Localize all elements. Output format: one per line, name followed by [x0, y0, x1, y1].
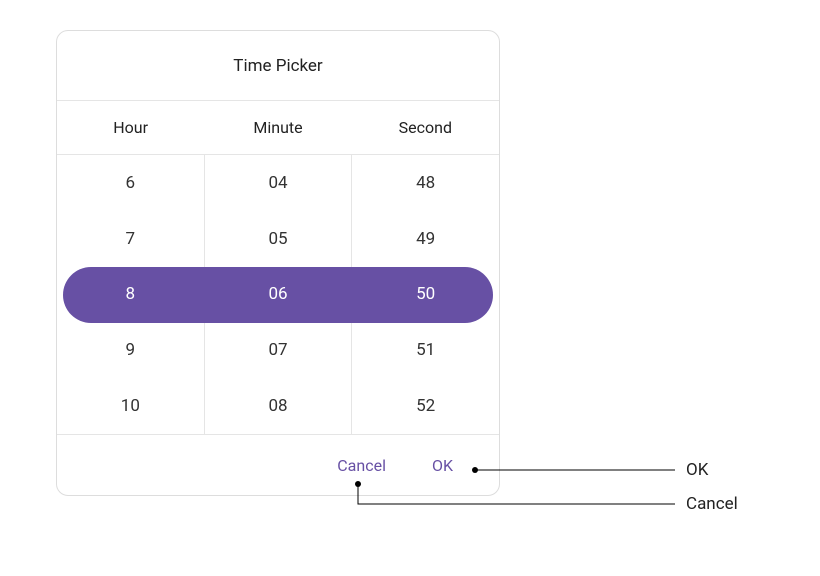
minute-option[interactable]: 08	[205, 378, 352, 434]
picker-title: Time Picker	[57, 31, 499, 101]
ok-button[interactable]: OK	[432, 456, 453, 475]
hour-option[interactable]: 7	[57, 211, 204, 267]
minute-wheel[interactable]: 04 05 06 07 08	[204, 155, 352, 434]
second-option[interactable]: 48	[352, 155, 499, 211]
hour-option[interactable]: 6	[57, 155, 204, 211]
second-option[interactable]: 49	[352, 211, 499, 267]
callout-label-cancel: Cancel	[686, 494, 738, 514]
second-wheel[interactable]: 48 49 50 51 52	[351, 155, 499, 434]
hour-option-selected[interactable]: 8	[57, 267, 204, 323]
second-header: Second	[352, 101, 499, 154]
minute-header: Minute	[204, 101, 351, 154]
second-option[interactable]: 51	[352, 322, 499, 378]
picker-column-headers: Hour Minute Second	[57, 101, 499, 155]
minute-option[interactable]: 07	[205, 322, 352, 378]
picker-footer: Cancel OK	[57, 435, 499, 495]
hour-wheel[interactable]: 6 7 8 9 10	[57, 155, 204, 434]
second-option[interactable]: 52	[352, 378, 499, 434]
hour-header: Hour	[57, 101, 204, 154]
minute-option[interactable]: 05	[205, 211, 352, 267]
callout-label-ok: OK	[686, 460, 708, 480]
minute-option-selected[interactable]: 06	[205, 267, 352, 323]
second-option-selected[interactable]: 50	[352, 267, 499, 323]
picker-body: 6 7 8 9 10 04 05 06 07 08 48 49 50 51 52	[57, 155, 499, 435]
minute-option[interactable]: 04	[205, 155, 352, 211]
time-picker: Time Picker Hour Minute Second 6 7 8 9 1…	[56, 30, 500, 496]
hour-option[interactable]: 9	[57, 322, 204, 378]
hour-option[interactable]: 10	[57, 378, 204, 434]
cancel-button[interactable]: Cancel	[337, 456, 386, 475]
